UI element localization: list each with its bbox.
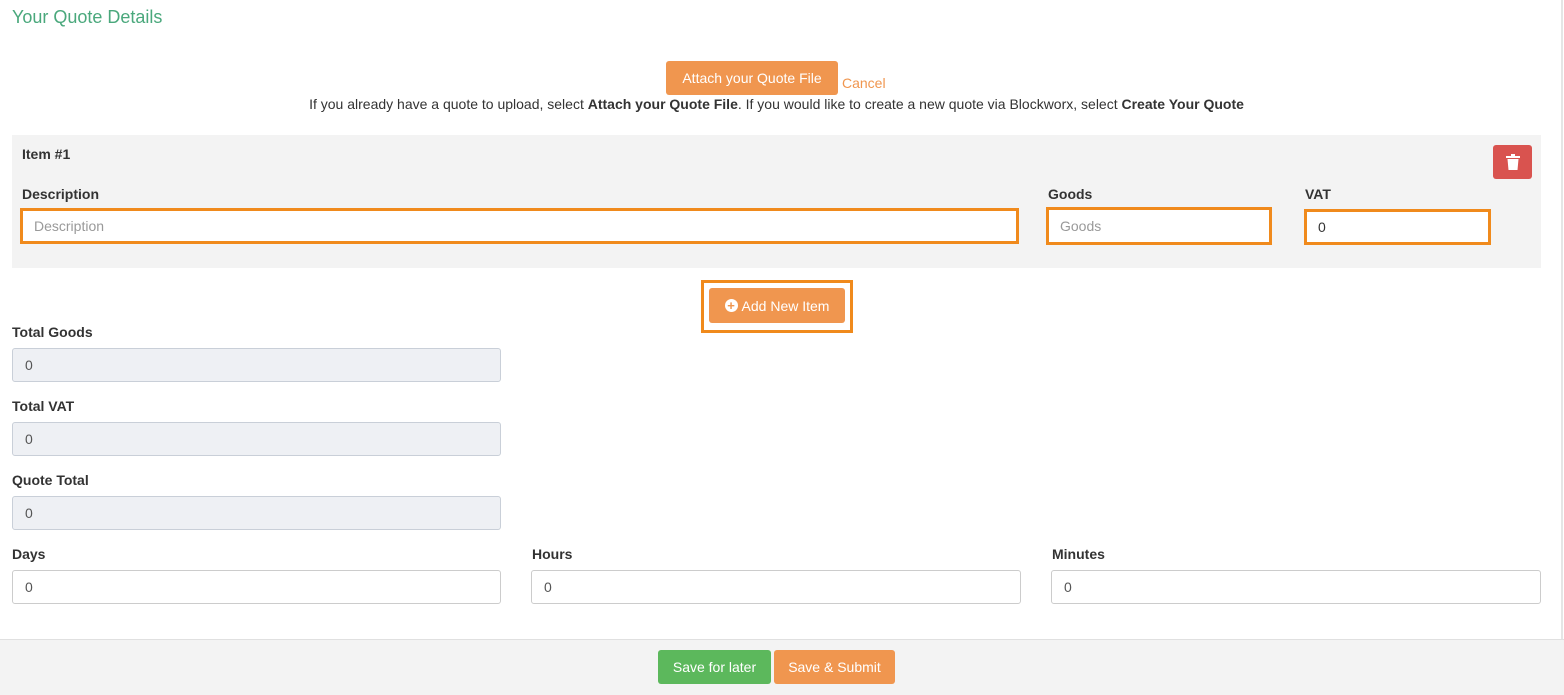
days-input[interactable]: 0 [12,570,501,604]
upload-hint: If you already have a quote to upload, s… [0,96,1553,112]
cancel-link[interactable]: Cancel [842,75,886,91]
hours-label: Hours [532,546,573,562]
page-title: Your Quote Details [12,7,163,27]
quote-total-label: Quote Total [12,472,89,488]
total-goods-field: 0 [12,348,501,382]
add-new-item-button[interactable]: + Add New Item [709,288,845,323]
total-goods-label: Total Goods [12,324,93,340]
save-and-submit-button[interactable]: Save & Submit [774,650,895,684]
minutes-label: Minutes [1052,546,1105,562]
hours-input[interactable]: 0 [531,570,1021,604]
plus-circle-icon: + [724,299,738,312]
description-input[interactable]: Description [20,208,1019,244]
add-new-item-label: Add New Item [741,297,830,314]
total-vat-label: Total VAT [12,398,75,414]
days-label: Days [12,546,46,562]
description-label: Description [22,186,100,202]
total-vat-field: 0 [12,422,501,456]
goods-input[interactable]: Goods [1046,207,1272,245]
item-heading: Item #1 [22,146,71,162]
quote-total-field: 0 [12,496,501,530]
goods-label: Goods [1048,186,1093,202]
delete-item-button[interactable] [1493,145,1532,179]
save-for-later-button[interactable]: Save for later [658,650,771,684]
hint-create-emphasis: Create Your Quote [1121,96,1244,112]
trash-icon [1505,154,1520,170]
panel-border [1561,0,1563,640]
attach-quote-file-button[interactable]: Attach your Quote File [666,61,838,95]
vat-label: VAT [1305,186,1331,202]
vat-input[interactable]: 0 [1304,209,1491,245]
minutes-input[interactable]: 0 [1051,570,1541,604]
hint-attach-emphasis: Attach your Quote File [587,96,738,112]
hint-text-middle: . If you would like to create a new quot… [737,96,1122,112]
hint-text-start: If you already have a quote to upload, s… [309,96,588,112]
